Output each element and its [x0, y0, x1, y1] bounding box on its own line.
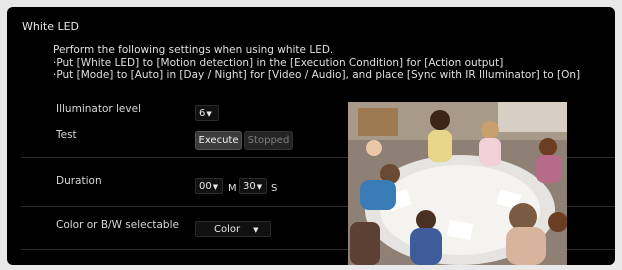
test-status-badge: Stopped — [244, 131, 293, 150]
description-line-2: ·Put [White LED] to [Motion detection] i… — [53, 56, 504, 69]
section-title: White LED — [22, 20, 80, 33]
duration-seconds-value: 30 — [243, 181, 256, 192]
color-mode-select[interactable]: Color ▼ — [195, 221, 271, 237]
description-line-1: Perform the following settings when usin… — [53, 44, 334, 56]
classroom-scene-picture — [348, 102, 567, 265]
seconds-unit: S — [271, 183, 278, 194]
illuminator-level-label: Illuminator level — [56, 103, 141, 115]
color-mode-label: Color or B/W selectable — [56, 219, 179, 231]
color-mode-value: Color — [214, 224, 241, 235]
triangle-down-icon: ▼ — [253, 226, 259, 234]
illuminator-level-select[interactable]: 6▼ — [195, 105, 219, 121]
description-line-3: ·Put [Mode] to [Auto] in [Day / Night] f… — [53, 69, 581, 81]
duration-minutes-select[interactable]: 00▼ — [195, 178, 223, 194]
duration-label: Duration — [56, 175, 102, 187]
illuminator-level-value: 6 — [199, 108, 206, 119]
minutes-unit: M — [228, 183, 237, 194]
description: Perform the following settings when usin… — [53, 44, 613, 82]
triangle-down-icon: ▼ — [256, 183, 263, 191]
triangle-down-icon: ▼ — [206, 110, 212, 118]
duration-seconds-select[interactable]: 30▼ — [239, 178, 267, 194]
duration-minutes-value: 00 — [199, 181, 212, 192]
camera-preview-image — [348, 102, 567, 265]
execute-button[interactable]: Execute — [195, 131, 242, 150]
test-label: Test — [56, 129, 77, 141]
white-led-panel: White LED Perform the following settings… — [7, 7, 615, 265]
triangle-down-icon: ▼ — [212, 183, 219, 191]
